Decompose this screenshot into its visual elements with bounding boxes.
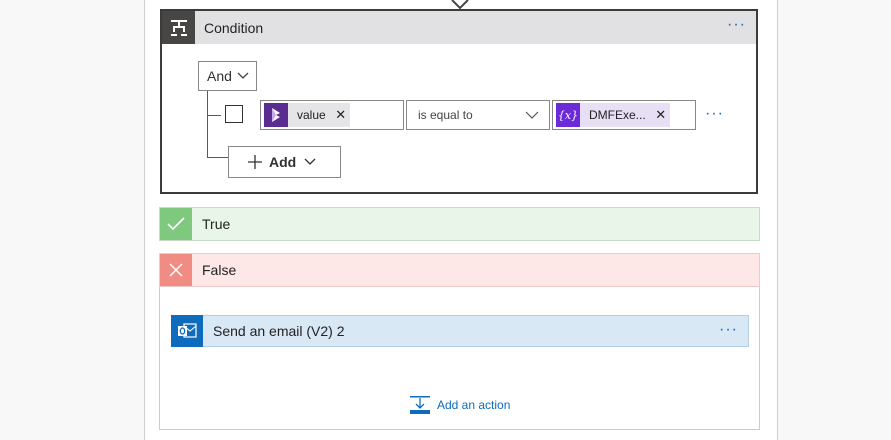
chevron-down-icon (304, 158, 316, 166)
action-title: Send an email (V2) 2 (213, 323, 345, 339)
condition-header[interactable]: Condition ··· (162, 11, 756, 44)
row-select-checkbox[interactable] (225, 105, 243, 123)
token-label: DMFExe... (589, 108, 646, 122)
tree-connector (207, 91, 208, 157)
dynamics-icon (264, 103, 288, 127)
add-action-icon (409, 395, 431, 415)
plus-icon (247, 154, 263, 170)
right-operand-field[interactable]: {x} DMFExe... ✕ (552, 100, 696, 130)
group-operator-select[interactable]: And (198, 61, 257, 91)
expression-variable-icon: {x} (556, 103, 580, 127)
comparison-operator-value: is equal to (418, 108, 473, 122)
false-branch-header[interactable]: False (159, 253, 760, 287)
outlook-icon (171, 315, 203, 347)
remove-token-icon[interactable]: ✕ (332, 107, 350, 123)
add-action-label: Add an action (437, 398, 511, 412)
variable-token: {x} DMFExe... ✕ (556, 103, 670, 127)
chevron-down-icon (237, 72, 249, 79)
close-icon (160, 254, 192, 286)
add-action-button[interactable]: Add an action (409, 395, 510, 415)
comparison-operator-select[interactable]: is equal to (406, 100, 550, 130)
dynamic-content-token: value ✕ (264, 103, 350, 127)
condition-title: Condition (204, 19, 264, 36)
add-row-button[interactable]: Add (228, 146, 341, 178)
true-branch-header[interactable]: True (159, 207, 760, 241)
token-label: value (297, 108, 326, 122)
action-more-button[interactable]: ··· (719, 321, 738, 339)
row-more-button[interactable]: ··· (705, 105, 724, 123)
true-branch-label: True (202, 216, 231, 232)
tree-connector (207, 157, 229, 158)
add-label: Add (269, 154, 297, 170)
checkmark-icon (160, 208, 192, 240)
remove-token-icon[interactable]: ✕ (652, 107, 670, 123)
left-operand-field[interactable]: value ✕ (260, 100, 404, 130)
group-operator-value: And (207, 68, 232, 84)
condition-more-button[interactable]: ··· (727, 16, 746, 34)
condition-icon (162, 11, 195, 44)
condition-card: Condition ··· And value ✕ is equal to {x… (160, 9, 758, 194)
false-branch-label: False (202, 262, 237, 278)
chevron-down-icon (525, 111, 539, 119)
tree-connector (207, 115, 221, 116)
send-email-action-card[interactable]: Send an email (V2) 2 ··· (171, 315, 749, 347)
